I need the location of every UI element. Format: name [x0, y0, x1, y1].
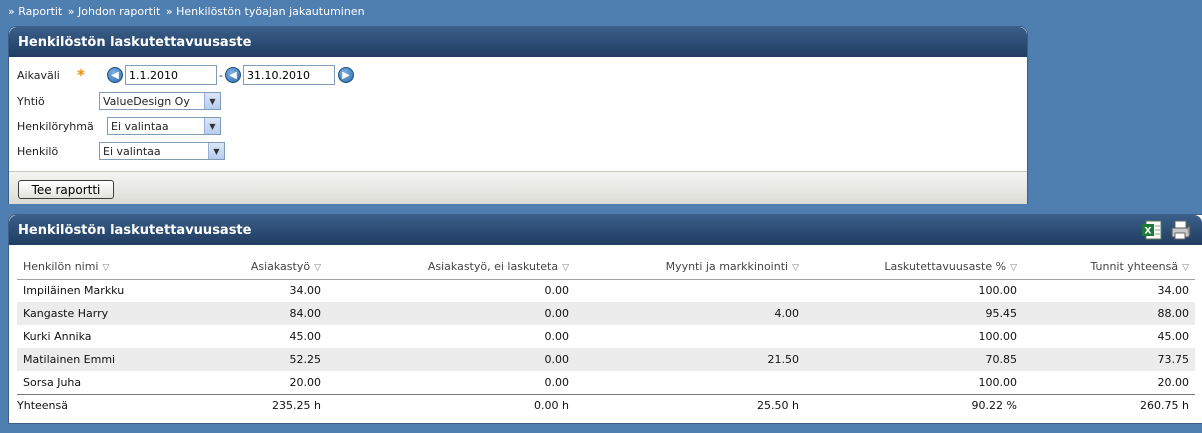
- report-table: Henkilön nimi ▽ Asiakastyö ▽ Asiakastyö, e…: [17, 255, 1195, 417]
- required-mark: *: [77, 66, 85, 84]
- cell-billable-rate: 100.00: [978, 375, 1018, 389]
- sort-down-icon[interactable]: ▽: [1182, 263, 1189, 273]
- cell-total-hours: 20.00: [1157, 375, 1190, 389]
- cell-total-hours: 73.75: [1023, 348, 1195, 371]
- cell-customer-work-unbilled: 0.00: [544, 330, 570, 343]
- cell-customer-work: 34.00: [289, 284, 322, 298]
- column-header-customer-work-unbilled[interactable]: Asiakastyö, ei laskuteta ▽: [327, 255, 575, 280]
- column-header-sales-marketing[interactable]: Myynti ja markkinointi ▽: [575, 255, 805, 280]
- breadcrumb-item-current: » Henkilöstön työajan jakautuminen: [165, 5, 365, 18]
- sort-down-icon[interactable]: ▽: [1010, 263, 1017, 273]
- date-from-input[interactable]: [125, 65, 217, 85]
- breadcrumb: » Raportit » Johdon raportit » Henkilöst…: [8, 5, 367, 18]
- cell-sales-marketing: [575, 325, 805, 348]
- cell-total-hours-sum: 260.75 h: [1023, 393, 1195, 417]
- date-to-input[interactable]: [242, 65, 335, 85]
- cell-customer-work-unbilled: 0.00: [544, 284, 570, 298]
- chevron-down-icon[interactable]: ▼: [208, 143, 224, 159]
- table-header-row: Henkilön nimi ▽ Asiakastyö ▽ Asiakastyö, e…: [17, 255, 1195, 280]
- company-label: Yhtiö: [17, 94, 45, 108]
- person-label: Henkilö: [17, 144, 59, 158]
- cell-sales-marketing: [575, 279, 805, 302]
- excel-icon[interactable]: X: [1141, 219, 1163, 241]
- cell-billable-rate: 100.00: [978, 284, 1018, 298]
- sort-down-icon[interactable]: ▽: [792, 263, 799, 273]
- person-select-value: Ei valintaa: [103, 144, 161, 158]
- cell-billable-rate: 70.85: [805, 348, 1023, 371]
- sort-down-icon[interactable]: ▽: [103, 263, 110, 273]
- cell-name: Kurki Annika: [23, 330, 92, 343]
- cell-total-hours: 88.00: [1023, 302, 1195, 325]
- table-totals-row: Yhteensä 235.25 h 0.00 h 25.50 h 90.22 %…: [17, 393, 1195, 417]
- group-select-value: Ei valintaa: [111, 119, 169, 133]
- sort-down-icon[interactable]: ▽: [562, 263, 569, 273]
- column-header-billable-rate[interactable]: Laskutettavuusaste % ▽: [805, 255, 1023, 280]
- date-range-row: Aikaväli * ◀ - ◀ ▶: [17, 65, 354, 85]
- table-row: Impiläinen Markku 34.00 0.00 100.00 34.0…: [17, 279, 1195, 302]
- cell-customer-work-unbilled: 0.00: [327, 348, 575, 371]
- group-select[interactable]: Ei valintaa ▼: [107, 117, 221, 135]
- cell-sales-marketing: [575, 371, 805, 394]
- chevron-down-icon[interactable]: ▼: [204, 118, 220, 134]
- group-row: Henkilöryhmä Ei valintaa ▼: [17, 116, 221, 136]
- report-panel-title: Henkilöstön laskutettavuusaste: [9, 215, 1202, 245]
- date-to-prev-icon[interactable]: ◀: [224, 67, 241, 83]
- group-label: Henkilöryhmä: [17, 119, 94, 133]
- cell-total-billable-rate: 90.22 %: [805, 393, 1023, 417]
- company-select[interactable]: ValueDesign Oy ▼: [99, 92, 221, 110]
- table-row: Matilainen Emmi 52.25 0.00 21.50 70.85 7…: [17, 348, 1195, 371]
- cell-billable-rate: 100.00: [978, 330, 1018, 343]
- filter-footer: Tee raportti: [9, 171, 1027, 204]
- cell-customer-work-unbilled: 0.00: [327, 302, 575, 325]
- svg-text:X: X: [1145, 227, 1152, 237]
- cell-total-sales-marketing: 25.50 h: [575, 393, 805, 417]
- sort-down-icon[interactable]: ▽: [314, 263, 321, 273]
- breadcrumb-item-reports[interactable]: » Raportit: [8, 5, 62, 18]
- person-row: Henkilö Ei valintaa ▼: [17, 141, 225, 161]
- cell-total-customer-work-unbilled: 0.00 h: [327, 393, 575, 417]
- cell-name: Kangaste Harry: [17, 302, 187, 325]
- cell-customer-work: 45.00: [289, 330, 322, 343]
- date-from-prev-icon[interactable]: ◀: [107, 67, 123, 83]
- company-row: Yhtiö ValueDesign Oy ▼: [17, 91, 221, 111]
- cell-name: Sorsa Juha: [23, 375, 82, 389]
- cell-customer-work-unbilled: 0.00: [544, 375, 570, 389]
- company-select-value: ValueDesign Oy: [103, 94, 190, 108]
- date-separator: -: [219, 68, 223, 82]
- cell-sales-marketing: 4.00: [575, 302, 805, 325]
- cell-name: Matilainen Emmi: [17, 348, 187, 371]
- column-header-name[interactable]: Henkilön nimi ▽: [17, 255, 187, 280]
- run-report-button[interactable]: Tee raportti: [18, 180, 114, 199]
- breadcrumb-item-management[interactable]: » Johdon raportit: [68, 5, 161, 18]
- report-panel: Henkilöstön laskutettavuusaste X Henkilö…: [8, 214, 1202, 424]
- cell-customer-work: 20.00: [289, 375, 322, 389]
- column-header-total-hours[interactable]: Tunnit yhteensä ▽: [1023, 255, 1195, 280]
- cell-total-hours: 45.00: [1157, 330, 1190, 343]
- cell-sales-marketing: 21.50: [575, 348, 805, 371]
- table-row: Kurki Annika 45.00 0.00 100.00 45.00: [17, 325, 1195, 348]
- chevron-down-icon[interactable]: ▼: [204, 93, 220, 109]
- date-to-next-icon[interactable]: ▶: [337, 67, 354, 83]
- table-row: Kangaste Harry 84.00 0.00 4.00 95.45 88.…: [17, 302, 1195, 325]
- cell-customer-work: 52.25: [187, 348, 327, 371]
- table-row: Sorsa Juha 20.00 0.00 100.00 20.00: [17, 371, 1195, 394]
- print-icon[interactable]: [1169, 219, 1191, 241]
- cell-total-customer-work: 235.25 h: [187, 393, 327, 417]
- filter-panel: Henkilöstön laskutettavuusaste Aikaväli …: [8, 26, 1028, 204]
- cell-name: Impiläinen Markku: [23, 284, 125, 298]
- cell-billable-rate: 95.45: [805, 302, 1023, 325]
- cell-total-label: Yhteensä: [17, 393, 187, 417]
- cell-total-hours: 34.00: [1157, 284, 1190, 298]
- cell-customer-work: 84.00: [187, 302, 327, 325]
- filter-panel-title: Henkilöstön laskutettavuusaste: [9, 27, 1027, 57]
- column-header-customer-work[interactable]: Asiakastyö ▽: [187, 255, 327, 280]
- person-select[interactable]: Ei valintaa ▼: [99, 142, 225, 160]
